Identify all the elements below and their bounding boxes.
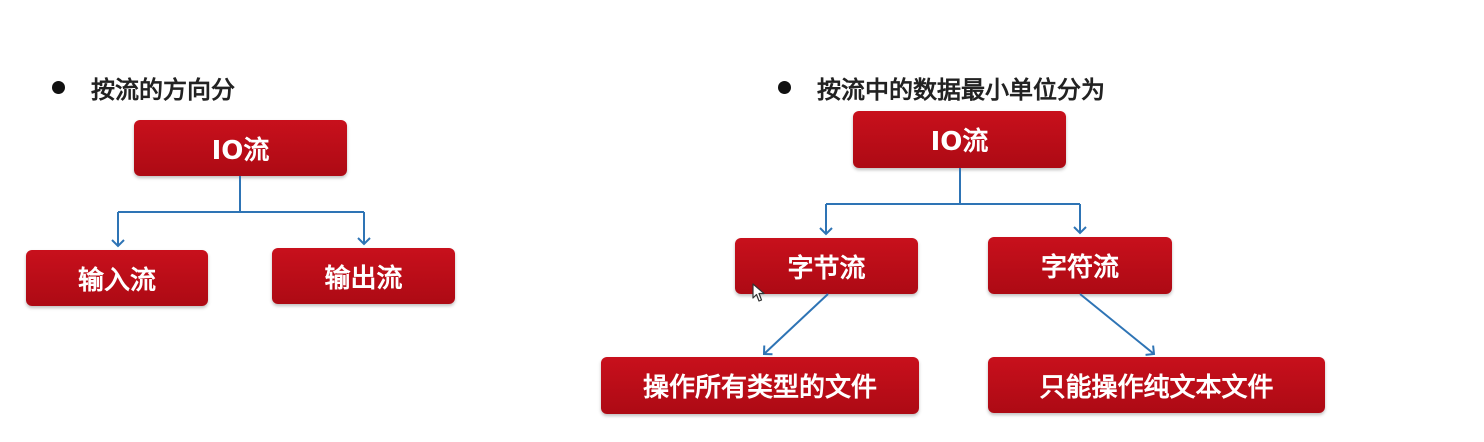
right-arrow-char-leaf bbox=[1079, 293, 1156, 356]
mouse-cursor-icon bbox=[752, 283, 765, 302]
connector-lines bbox=[111, 168, 1156, 356]
right-connectors bbox=[762, 168, 1156, 356]
left-connectors bbox=[111, 176, 371, 248]
right-arrow-byte-leaf bbox=[762, 293, 829, 356]
